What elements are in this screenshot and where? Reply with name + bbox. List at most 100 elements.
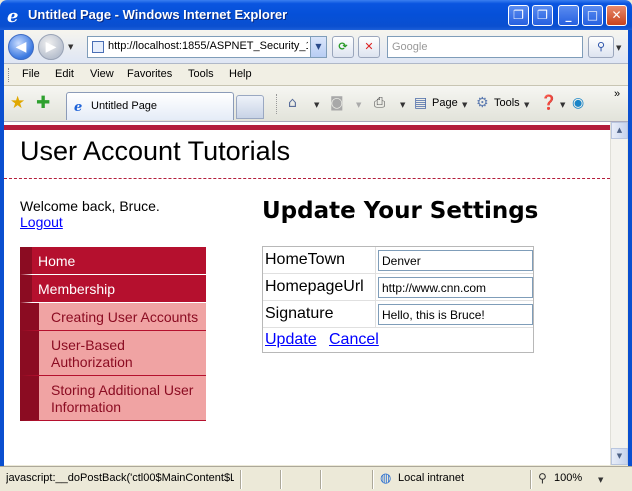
cell-divider — [375, 274, 376, 301]
tab-label: Untitled Page — [91, 100, 158, 112]
vertical-scrollbar[interactable]: ▲ ▼ — [610, 122, 628, 465]
cancel-link[interactable]: Cancel — [329, 331, 379, 349]
nav-subitem-storing-additional-info[interactable]: Storing Additional User Information — [20, 376, 206, 421]
menu-help[interactable]: Help — [229, 68, 252, 80]
scroll-up-icon[interactable]: ▲ — [611, 122, 628, 139]
signature-label: Signature — [265, 305, 334, 322]
tools-menu[interactable]: Tools — [494, 97, 520, 109]
new-tab-button[interactable] — [236, 95, 264, 119]
cell-divider — [375, 247, 376, 274]
search-options-icon[interactable]: ▼ — [616, 44, 621, 52]
homepage-url-label: HomepageUrl — [265, 278, 364, 295]
print-icon[interactable]: ⎙ — [374, 95, 385, 111]
site-navigation: Home Membership Creating User Accounts U… — [20, 247, 206, 421]
search-button[interactable]: ⚲ — [588, 36, 614, 58]
security-zone: Local intranet — [398, 472, 465, 484]
history-dropdown-icon[interactable]: ▼ — [68, 43, 73, 51]
page-heading: Update Your Settings — [262, 198, 539, 224]
welcome-message: Welcome back, Bruce. — [20, 198, 160, 214]
feeds-icon[interactable]: ◙ — [330, 95, 344, 111]
header-divider — [4, 178, 610, 179]
toolbar-overflow-icon[interactable]: » — [614, 88, 620, 100]
page-content: User Account Tutorials Welcome back, Bru… — [4, 122, 610, 465]
menu-file[interactable]: File — [22, 68, 40, 80]
menu-edit[interactable]: Edit — [55, 68, 74, 80]
zoom-level[interactable]: 100% — [554, 472, 582, 484]
address-dropdown-icon[interactable]: ▼ — [310, 37, 326, 57]
svg-text:e: e — [74, 100, 82, 113]
tab-toolbar: ★ ✚ e Untitled Page ⌂ ▼ ◙ ▼ ⎙ ▼ ▤ Page ▼… — [0, 86, 632, 122]
page-menu[interactable]: Page — [432, 97, 458, 109]
settings-row: HomeTown — [263, 247, 533, 274]
address-bar[interactable]: http://localhost:1855/ASPNET_Security_1 … — [87, 36, 327, 58]
window-menu-button[interactable]: ❐ — [508, 5, 529, 26]
status-divider — [372, 470, 374, 489]
add-favorites-icon[interactable]: ✚ — [36, 94, 50, 112]
nav-subitem-user-based-authorization[interactable]: User-Based Authorization — [20, 331, 206, 376]
status-text: javascript:__doPostBack('ctl00$MainConte… — [6, 472, 234, 484]
nav-item-home[interactable]: Home — [20, 247, 206, 275]
status-divider — [280, 470, 282, 489]
site-title: User Account Tutorials — [20, 136, 291, 166]
minimize-button[interactable]: _ — [558, 5, 579, 26]
logout-link[interactable]: Logout — [20, 214, 63, 230]
tools-dropdown-icon[interactable]: ▼ — [524, 101, 529, 109]
maximize-button[interactable]: □ — [582, 5, 603, 26]
restore-window-button[interactable]: ❐ — [532, 5, 553, 26]
home-dropdown-icon[interactable]: ▼ — [314, 101, 319, 109]
research-icon[interactable]: ◉ — [572, 95, 584, 111]
site-top-bar — [4, 125, 610, 130]
intranet-globe-icon: ◍ — [380, 471, 392, 486]
homepage-url-field[interactable] — [378, 277, 533, 298]
settings-row: Signature — [263, 301, 533, 328]
page-dropdown-icon[interactable]: ▼ — [462, 101, 467, 109]
cell-divider — [375, 301, 376, 328]
settings-row: HomepageUrl — [263, 274, 533, 301]
search-input[interactable]: Google — [387, 36, 583, 58]
close-button[interactable]: ✕ — [606, 5, 627, 26]
hometown-label: HomeTown — [265, 251, 346, 268]
update-link[interactable]: Update — [265, 331, 317, 349]
page-menu-icon[interactable]: ▤ — [414, 95, 427, 111]
menu-tools[interactable]: Tools — [188, 68, 214, 80]
help-icon[interactable]: ❓ — [540, 95, 557, 111]
ie-logo-icon: e — [7, 6, 18, 24]
nav-item-membership[interactable]: Membership — [20, 275, 206, 303]
feeds-dropdown-icon[interactable]: ▼ — [356, 101, 361, 109]
menu-bar: File Edit View Favorites Tools Help — [0, 64, 632, 86]
menu-view[interactable]: View — [90, 68, 114, 80]
scroll-down-icon[interactable]: ▼ — [611, 448, 628, 465]
help-dropdown-icon[interactable]: ▼ — [560, 101, 565, 109]
page-icon — [92, 41, 104, 53]
nav-subitem-creating-user-accounts[interactable]: Creating User Accounts — [20, 303, 206, 331]
refresh-button[interactable]: ⟳ — [332, 36, 354, 58]
title-bar: e Untitled Page - Windows Internet Explo… — [0, 0, 632, 30]
print-dropdown-icon[interactable]: ▼ — [400, 101, 405, 109]
hometown-field[interactable] — [378, 250, 533, 271]
address-url[interactable]: http://localhost:1855/ASPNET_Security_1 — [108, 40, 308, 52]
gear-icon[interactable]: ⚙ — [476, 95, 489, 111]
status-divider — [240, 470, 242, 489]
search-placeholder: Google — [392, 41, 428, 53]
svg-text:e: e — [7, 6, 18, 24]
status-divider — [320, 470, 322, 489]
menu-favorites[interactable]: Favorites — [127, 68, 172, 80]
window-title: Untitled Page - Windows Internet Explore… — [28, 7, 288, 22]
home-icon[interactable]: ⌂ — [288, 95, 297, 111]
forward-button[interactable]: ▶ — [38, 34, 64, 60]
status-bar: javascript:__doPostBack('ctl00$MainConte… — [0, 466, 632, 491]
window-border-right — [628, 30, 632, 491]
form-actions: Update Cancel — [263, 328, 533, 352]
toolbar-separator — [276, 94, 277, 114]
stop-button[interactable]: ✕ — [358, 36, 380, 58]
favorites-center-icon[interactable]: ★ — [10, 94, 25, 112]
signature-field[interactable] — [378, 304, 533, 325]
settings-form: HomeTown HomepageUrl Signature Update Ca… — [262, 246, 534, 353]
zoom-dropdown-icon[interactable]: ▼ — [598, 476, 603, 484]
tab-untitled-page[interactable]: e Untitled Page — [66, 92, 234, 120]
back-button[interactable]: ◀ — [8, 34, 34, 60]
status-divider — [530, 470, 532, 489]
tab-ie-icon: e — [74, 100, 82, 113]
menu-grip — [8, 68, 11, 82]
zoom-icon[interactable]: ⚲ — [538, 471, 547, 485]
